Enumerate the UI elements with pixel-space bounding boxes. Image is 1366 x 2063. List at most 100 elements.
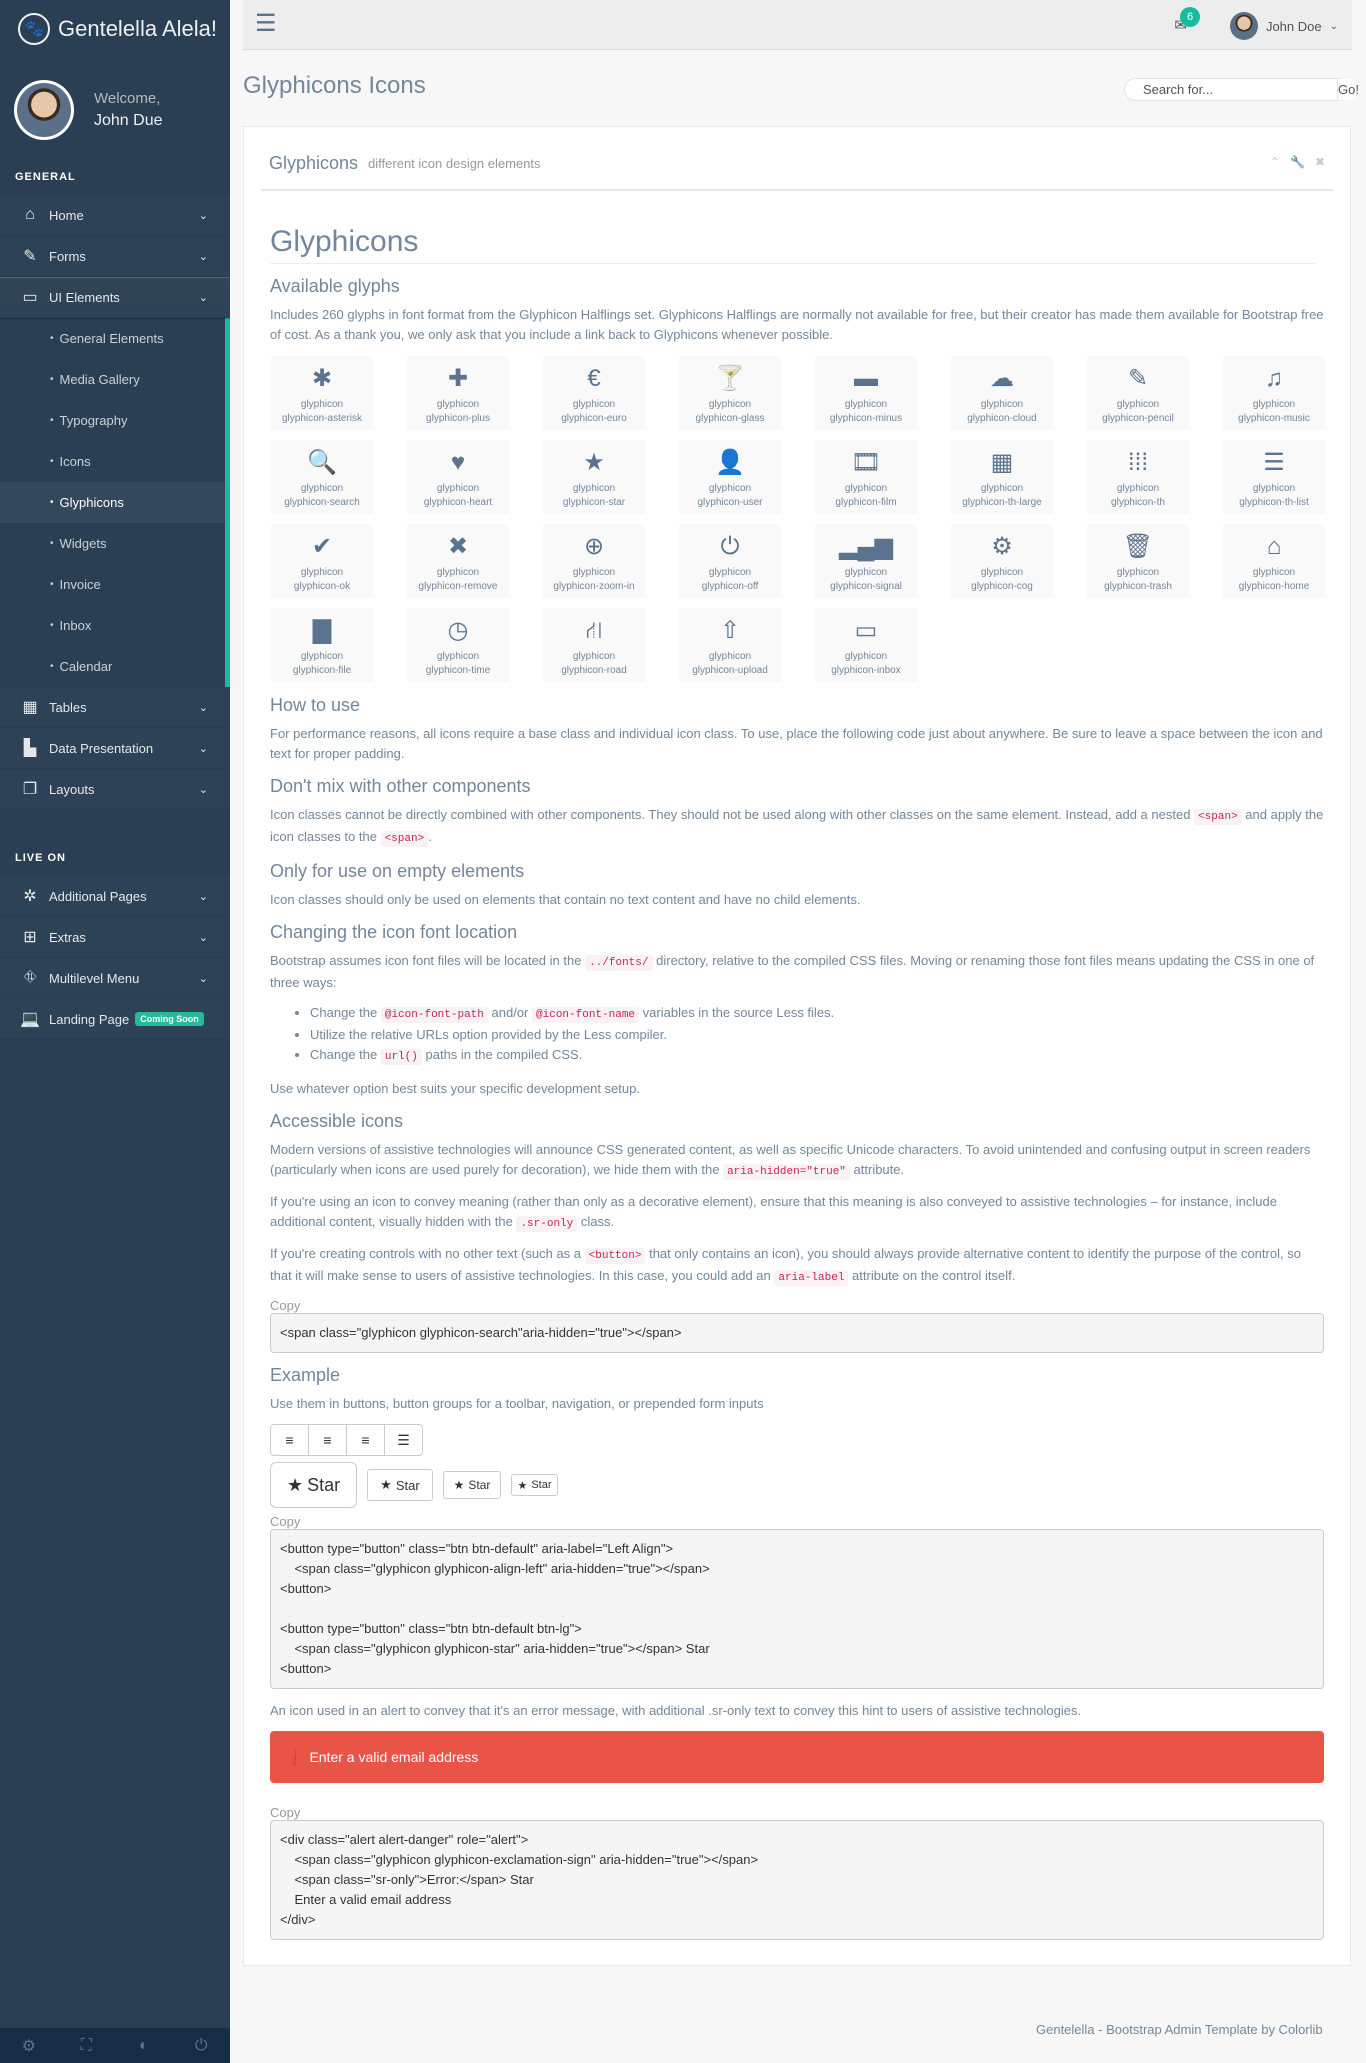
align-left-button[interactable]: ≡ <box>270 1424 309 1456</box>
glyph-tile: ▭ glyphicon glyphicon-inbox <box>814 607 918 683</box>
glyph-prefix: glyphicon <box>436 651 480 662</box>
glyph-prefix: glyphicon <box>708 399 752 410</box>
glyph-prefix: glyphicon <box>436 483 480 494</box>
sidebar-item-layouts[interactable]: ❐ Layouts ⌄ <box>0 769 230 810</box>
sidebar-subitem-glyphicons[interactable]: Glyphicons <box>0 482 225 523</box>
settings-icon[interactable]: ⚙ <box>0 2028 58 2063</box>
align-center-button[interactable]: ≡ <box>308 1424 347 1456</box>
search-go-button[interactable]: Go! <box>1337 79 1359 100</box>
collapse-icon[interactable]: ⌃ <box>1270 155 1280 169</box>
cloud-icon: ☁ <box>990 365 1014 392</box>
glyph-name: glyphicon-trash <box>1104 581 1172 592</box>
search-input[interactable] <box>1125 79 1337 100</box>
glyph-grid: ✱ glyphicon glyphicon-asterisk ✚ glyphicon gl… <box>270 355 1326 683</box>
menu-live-on: ✲ Additional Pages ⌄ ⊞ Extras ⌄ ⛗ Multilevel … <box>0 876 230 1040</box>
wrench-icon[interactable]: 🔧 <box>1290 155 1305 169</box>
heart-icon: ♥ <box>450 449 466 476</box>
table-icon: ▦ <box>22 699 38 716</box>
star-button-xsmall[interactable]: ★ Star <box>511 1474 558 1496</box>
sidebar-subitem-media-gallery[interactable]: Media Gallery <box>0 359 225 400</box>
glyph-prefix: glyphicon <box>572 483 616 494</box>
panel-subtitle: different icon design elements <box>368 155 541 171</box>
glyph-tile: ✖ glyphicon glyphicon-remove <box>406 523 510 599</box>
exclamation-sign-icon: ❗ <box>286 1748 304 1765</box>
th-list-icon: ☰ <box>1263 449 1285 476</box>
sidebar-subitem-icons[interactable]: Icons <box>0 441 225 482</box>
available-glyphs-heading: Available glyphs <box>270 276 400 296</box>
profile: Welcome, John Due <box>0 57 230 147</box>
copy-link[interactable]: Copy <box>270 1805 1324 1820</box>
align-justify-button[interactable]: ☰ <box>384 1424 423 1456</box>
chevron-down-icon: ⌄ <box>198 931 208 944</box>
chevron-down-icon: ⌄ <box>198 783 208 796</box>
sidebar-item-home[interactable]: ⌂ Home ⌄ <box>0 195 230 236</box>
sidebar-subitem-invoice[interactable]: Invoice <box>0 564 225 605</box>
glyph-prefix: glyphicon <box>300 651 344 662</box>
sidebar-item-forms[interactable]: ✎ Forms ⌄ <box>0 236 230 277</box>
menu-toggle-icon[interactable]: ☰ <box>255 12 277 36</box>
glyph-name: glyphicon-pencil <box>1102 413 1174 424</box>
sidebar-item-ui-elements[interactable]: ▭ UI Elements ⌄ <box>0 277 230 318</box>
empty-elements-text: Icon classes should only be used on elem… <box>270 892 861 907</box>
sidebar-subitem-typography[interactable]: Typography <box>0 400 225 441</box>
glyph-tile: ▇ glyphicon glyphicon-file <box>270 607 374 683</box>
glyph-tile: ⌂ glyphicon glyphicon-home <box>1222 523 1326 599</box>
star-button-small[interactable]: ★ Star <box>442 1471 502 1499</box>
brand[interactable]: 🐾 Gentelella Alela! <box>0 0 230 57</box>
chevron-down-icon: ⌄ <box>198 250 208 263</box>
sidebar-subitem-general-elements[interactable]: General Elements <box>0 318 225 359</box>
content-panel: Glyphicons different icon design element… <box>243 126 1351 1966</box>
glyph-name: glyphicon-plus <box>426 413 490 424</box>
star-icon: ★ <box>453 1478 465 1492</box>
glyph-tile: ◷ glyphicon glyphicon-time <box>406 607 510 683</box>
avatar[interactable] <box>14 79 74 140</box>
glyph-prefix: glyphicon <box>300 567 344 578</box>
copy-link[interactable]: Copy <box>270 1298 1324 1313</box>
sidebar-item-landing-page[interactable]: 💻 Landing Page Coming Soon <box>0 999 230 1040</box>
glyph-name: glyphicon-search <box>284 497 360 508</box>
sidebar-item-additional-pages[interactable]: ✲ Additional Pages ⌄ <box>0 876 230 917</box>
laptop-icon: 💻 <box>20 1011 40 1028</box>
glyph-tile: 🎞 glyphicon glyphicon-film <box>814 439 918 515</box>
sidebar-subitem-widgets[interactable]: Widgets <box>0 523 225 564</box>
list-item: Utilize the relative URLs option provide… <box>310 1025 1324 1045</box>
glyphicons-heading: Glyphicons <box>270 225 1316 264</box>
copy-link[interactable]: Copy <box>270 1514 1324 1529</box>
glyph-tile: 👤 glyphicon glyphicon-user <box>678 439 782 515</box>
align-right-button[interactable]: ≡ <box>346 1424 385 1456</box>
film-icon: 🎞 <box>850 449 882 476</box>
mail-icon[interactable]: ✉ 6 <box>1174 7 1200 34</box>
paw-icon: 🐾 <box>18 12 50 45</box>
glyph-name: glyphicon-upload <box>692 665 768 676</box>
glyph-name: glyphicon-inbox <box>831 665 901 676</box>
empty-elements-heading: Only for use on empty elements <box>270 861 525 881</box>
glyph-prefix: glyphicon <box>572 651 616 662</box>
glyph-name: glyphicon-cog <box>971 581 1033 592</box>
star-button-default[interactable]: ★ Star <box>367 1469 433 1501</box>
star-button-large[interactable]: ★ Star <box>270 1462 358 1508</box>
pencil-icon: ✎ <box>1127 365 1149 392</box>
glyph-name: glyphicon-ok <box>293 581 351 592</box>
glyph-prefix: glyphicon <box>300 399 344 410</box>
fullscreen-icon[interactable]: ⛶ <box>58 2028 116 2063</box>
sidebar-item-extras[interactable]: ⊞ Extras ⌄ <box>0 917 230 958</box>
sidebar-footer: ⚙ ⛶ ◐ ⏻ <box>0 2028 230 2063</box>
sidebar-item-tables[interactable]: ▦ Tables ⌄ <box>0 687 230 728</box>
sidebar-item-multilevel-menu[interactable]: ⛗ Multilevel Menu ⌄ <box>0 958 230 999</box>
coming-soon-badge: Coming Soon <box>135 1012 204 1026</box>
user-menu[interactable]: John Doe ⌄ <box>1229 12 1338 40</box>
power-off-icon[interactable]: ⏻ <box>173 2028 231 2063</box>
sidebar-subitem-inbox[interactable]: Inbox <box>0 605 225 646</box>
sidebar-subitem-calendar[interactable]: Calendar <box>0 646 225 687</box>
chevron-down-icon: ⌄ <box>198 701 208 714</box>
close-icon[interactable]: ✖ <box>1315 155 1325 169</box>
road-icon: ⛙ <box>585 617 603 644</box>
eye-close-icon[interactable]: ◐ <box>115 2028 173 2063</box>
glyph-prefix: glyphicon <box>708 651 752 662</box>
example-text: Use them in buttons, button groups for a… <box>270 1396 764 1411</box>
glyph-tile: € glyphicon glyphicon-euro <box>542 355 646 431</box>
glyph-prefix: glyphicon <box>1252 399 1296 410</box>
sidebar-item-data-presentation[interactable]: ▙ Data Presentation ⌄ <box>0 728 230 769</box>
panel-content: Glyphicons Available glyphs Includes 260… <box>261 225 1333 1940</box>
glyph-name: glyphicon-glass <box>695 413 765 424</box>
